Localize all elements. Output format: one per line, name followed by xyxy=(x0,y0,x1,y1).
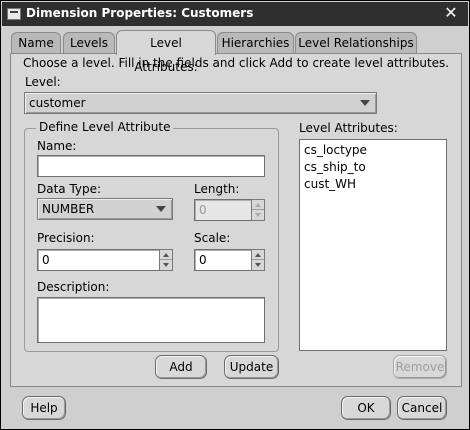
scale-value: 0 xyxy=(199,253,207,267)
help-button[interactable]: Help xyxy=(22,396,66,420)
name-label: Name: xyxy=(37,139,77,153)
level-select-value: customer xyxy=(29,96,86,110)
data-type-label: Data Type: xyxy=(37,182,102,196)
scale-field[interactable]: 0 xyxy=(194,249,253,271)
stepper-down-icon[interactable] xyxy=(252,260,264,270)
stepper-up-icon[interactable] xyxy=(160,250,172,260)
data-type-select[interactable]: NUMBER xyxy=(37,198,173,220)
window-title: Dimension Properties: Customers xyxy=(26,6,254,20)
name-field[interactable] xyxy=(37,155,265,177)
stepper-up-icon[interactable] xyxy=(252,250,264,260)
close-icon[interactable]: ✕ xyxy=(442,4,460,22)
data-type-value: NUMBER xyxy=(42,202,95,216)
list-item[interactable]: cs_ship_to xyxy=(304,160,366,174)
cancel-button[interactable]: Cancel xyxy=(397,396,447,420)
level-label: Level: xyxy=(25,75,61,89)
list-item[interactable]: cs_loctype xyxy=(304,143,367,157)
description-label: Description: xyxy=(37,280,110,294)
scale-label: Scale: xyxy=(194,231,231,245)
description-textarea[interactable] xyxy=(37,297,265,343)
tab-levels[interactable]: Levels xyxy=(63,32,115,53)
length-value: 0 xyxy=(199,203,207,217)
level-attributes-list[interactable]: cs_loctype cs_ship_to cust_WH xyxy=(299,139,447,351)
update-button[interactable]: Update xyxy=(224,355,279,379)
precision-stepper[interactable] xyxy=(159,249,173,271)
chevron-down-icon xyxy=(360,100,370,106)
length-field[interactable]: 0 xyxy=(194,199,253,221)
length-stepper[interactable] xyxy=(251,199,265,221)
add-button[interactable]: Add xyxy=(155,355,207,379)
precision-value: 0 xyxy=(42,253,50,267)
list-item[interactable]: cust_WH xyxy=(304,177,356,191)
level-select[interactable]: customer xyxy=(24,92,377,114)
stepper-down-icon[interactable] xyxy=(252,210,264,220)
tab-name[interactable]: Name xyxy=(11,32,61,53)
title-bar[interactable]: Dimension Properties: Customers ✕ xyxy=(2,2,468,26)
ok-button[interactable]: OK xyxy=(341,396,391,420)
chevron-down-icon xyxy=(156,206,166,212)
precision-label: Precision: xyxy=(37,231,95,245)
app-icon xyxy=(7,8,21,20)
dialog-window: Dimension Properties: Customers ✕ Name L… xyxy=(0,0,470,430)
instructions-text: Choose a level. Fill in the fields and c… xyxy=(23,56,450,70)
scale-stepper[interactable] xyxy=(251,249,265,271)
tab-hierarchies[interactable]: Hierarchies xyxy=(217,32,294,53)
stepper-up-icon[interactable] xyxy=(252,200,264,210)
length-label: Length: xyxy=(194,182,240,196)
define-level-attribute-title: Define Level Attribute xyxy=(36,120,174,134)
precision-field[interactable]: 0 xyxy=(37,249,161,271)
remove-button[interactable]: Remove xyxy=(393,355,447,379)
level-attributes-label: Level Attributes: xyxy=(299,121,398,135)
tab-level-relationships[interactable]: Level Relationships xyxy=(295,32,417,53)
stepper-down-icon[interactable] xyxy=(160,260,172,270)
tab-level-attributes[interactable]: Level Attributes: xyxy=(116,30,216,74)
